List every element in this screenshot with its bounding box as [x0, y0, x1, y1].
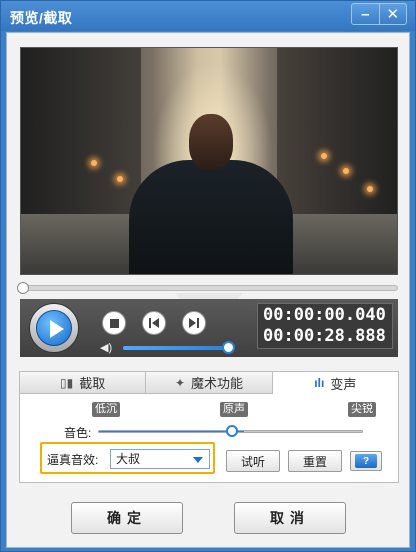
tone-fill [99, 431, 244, 432]
help-icon: ? [355, 454, 377, 468]
preset-original: 原声 [220, 402, 248, 417]
player-controls: ◀) 00:00:00.040 00:00:28.888 [20, 299, 398, 357]
total-time: 00:00:28.888 [263, 326, 386, 346]
video-person-head [189, 114, 233, 170]
tab-voice-change[interactable]: ılı 变声 [272, 372, 398, 394]
effect-label: 逼真音效: [47, 453, 99, 467]
prev-frame-icon [149, 318, 159, 328]
tab-crop[interactable]: ▯▮ 截取 [20, 372, 147, 394]
timeline-slider[interactable] [17, 282, 398, 294]
dialog-body: ⌄ ◀) 00:00:00.040 00:00:28.888 [6, 32, 410, 548]
volume-slider[interactable] [123, 346, 233, 350]
chevron-down-icon [193, 457, 203, 463]
function-panel: ▯▮ 截取 ✦ 魔术功能 ılı 变声 低沉 原声 尖锐 音色: 逼真音效: 大… [19, 371, 399, 483]
volume-icon[interactable]: ◀) [100, 341, 112, 354]
video-light [367, 186, 373, 192]
effect-select[interactable]: 大叔 [110, 449, 210, 469]
magic-icon: ✦ [174, 375, 186, 390]
waveform-icon: ılı [314, 376, 325, 390]
tab-bar: ▯▮ 截取 ✦ 魔术功能 ılı 变声 [20, 372, 398, 394]
preview-dialog: 预览/截取 – ✕ ⌄ [0, 0, 416, 552]
tab-label: 魔术功能 [191, 376, 244, 391]
stop-button[interactable] [102, 311, 126, 335]
minimize-icon[interactable]: – [352, 4, 379, 24]
effect-value: 大叔 [116, 452, 141, 466]
window-controls: – ✕ [351, 3, 407, 25]
current-time: 00:00:00.040 [263, 305, 386, 325]
volume-knob[interactable] [222, 341, 235, 354]
time-display: 00:00:00.040 00:00:28.888 [257, 303, 393, 349]
video-light [343, 168, 349, 174]
ok-button[interactable]: 确定 [71, 502, 183, 534]
next-frame-icon [189, 318, 199, 328]
tone-knob[interactable] [226, 425, 238, 437]
video-light [321, 153, 327, 159]
listen-button[interactable]: 试听 [226, 450, 280, 472]
tone-label: 音色: [64, 426, 92, 440]
close-icon[interactable]: ✕ [378, 4, 407, 24]
preset-sharp: 尖锐 [348, 402, 376, 417]
video-light [91, 160, 97, 166]
title-bar[interactable]: 预览/截取 – ✕ [1, 1, 415, 31]
crop-icon: ▯▮ [60, 375, 74, 390]
effect-group: 逼真音效: 大叔 [40, 442, 215, 474]
next-frame-button[interactable] [182, 311, 206, 335]
tab-magic[interactable]: ✦ 魔术功能 [146, 372, 273, 394]
window-title: 预览/截取 [10, 10, 73, 26]
cancel-button[interactable]: 取消 [234, 502, 346, 534]
prev-frame-button[interactable] [142, 311, 166, 335]
tab-label: 变声 [330, 376, 357, 392]
tab-label: 截取 [79, 376, 106, 391]
help-button[interactable]: ? [350, 451, 382, 471]
play-icon [36, 310, 72, 346]
video-person-body [129, 160, 293, 274]
play-button[interactable] [29, 303, 79, 353]
timeline-knob[interactable] [17, 282, 29, 294]
reset-button[interactable]: 重置 [288, 450, 342, 472]
preset-low: 低沉 [92, 402, 120, 417]
video-light [117, 176, 123, 182]
video-preview[interactable] [20, 47, 398, 275]
